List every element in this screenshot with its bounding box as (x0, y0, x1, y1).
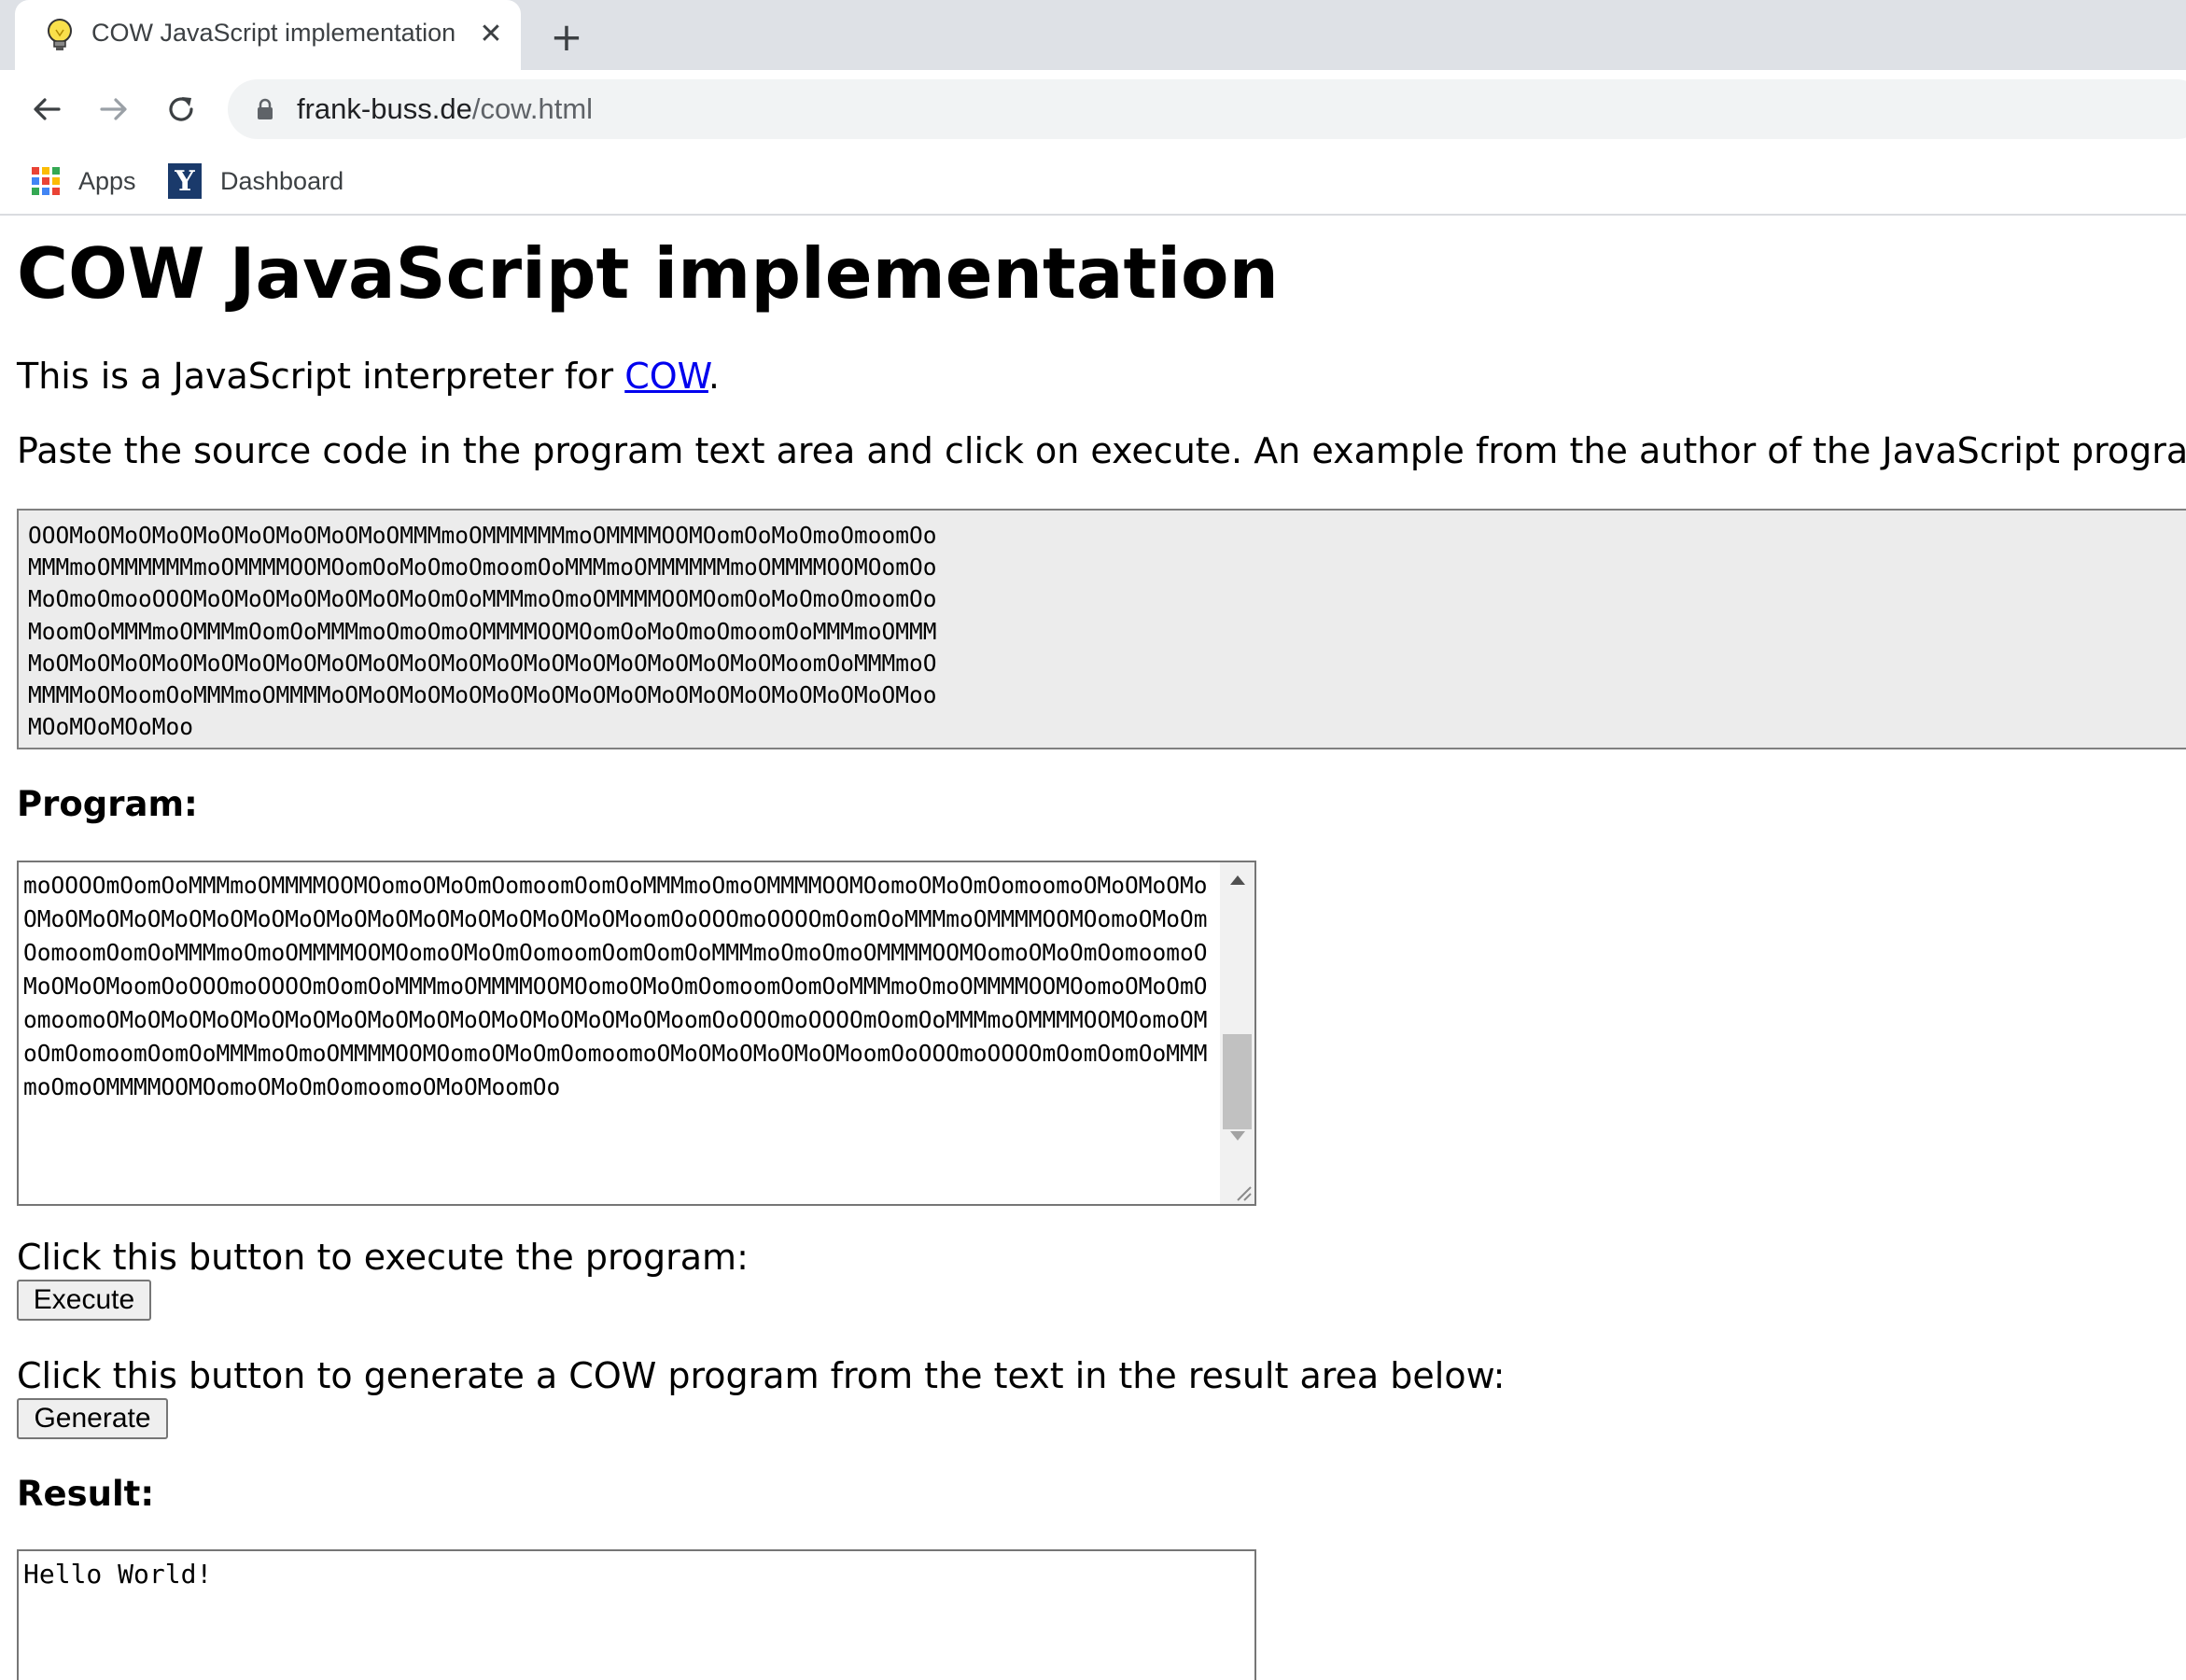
back-arrow-icon (34, 98, 61, 120)
apps-grid-dot (32, 177, 39, 185)
scroll-down-arrow-icon[interactable] (1220, 1122, 1254, 1150)
apps-grid-dot (32, 167, 39, 175)
bookmarks-bar: Apps Y Dashboard (0, 150, 2186, 216)
reload-button[interactable] (155, 83, 207, 135)
active-tab[interactable]: COW JavaScript implementation ✕ (15, 0, 521, 70)
paste-instructions: Paste the source code in the program tex… (17, 430, 2186, 471)
apps-grid-dot (52, 188, 60, 195)
apps-grid-dot (52, 177, 60, 185)
result-text: Hello World! (23, 1559, 213, 1589)
bookmark-dashboard[interactable]: Y Dashboard (168, 160, 343, 203)
url-path: /cow.html (471, 92, 594, 125)
bookmark-label: Apps (78, 166, 136, 195)
scroll-up-arrow-icon[interactable] (1220, 866, 1254, 894)
lock-icon (258, 98, 273, 119)
result-textarea[interactable]: Hello World! (17, 1549, 1256, 1680)
intro-paragraph: This is a JavaScript interpreter for COW… (17, 356, 720, 397)
url-text: frank-buss.de/cow.html (297, 92, 593, 126)
back-button[interactable] (21, 83, 73, 135)
tab-title: COW JavaScript implementation (91, 19, 456, 47)
program-scrollbar[interactable] (1220, 862, 1254, 1204)
execute-button[interactable]: Execute (17, 1280, 151, 1321)
program-textarea[interactable]: moOOOOmOomOoMMMmoOMMMMOOMOomoOMoOmOomoom… (17, 861, 1256, 1206)
scroll-thumb[interactable] (1223, 1034, 1252, 1129)
page-title: COW JavaScript implementation (17, 232, 1279, 315)
address-bar[interactable]: frank-buss.de/cow.html (228, 79, 2186, 139)
cow-link[interactable]: COW (624, 356, 708, 397)
example-code-block: OOOMoOMoOMoOMoOMoOMoOMoOMoOMMMmoOMMMMMMm… (17, 509, 2186, 749)
apps-grid-dot (42, 167, 49, 175)
resize-grip-icon[interactable] (1230, 1180, 1253, 1202)
close-tab-icon[interactable]: ✕ (470, 13, 511, 54)
new-tab-button[interactable]: + (543, 13, 590, 60)
reload-icon (169, 97, 193, 121)
forward-button[interactable] (88, 83, 140, 135)
forward-arrow-icon (100, 98, 127, 120)
bookmark-apps[interactable]: Apps (32, 160, 136, 203)
tab-strip: COW JavaScript implementation ✕ + (0, 0, 2186, 70)
program-text: moOOOOmOomOoMMMmoOMMMMOOMOomoOMoOmOomoom… (23, 872, 1208, 1100)
url-host: frank-buss.de (297, 92, 472, 125)
apps-grid-dot (42, 188, 49, 195)
bookmark-label: Dashboard (220, 166, 344, 195)
apps-grid-dot (42, 177, 49, 185)
execute-prompt: Click this button to execute the program… (17, 1237, 749, 1278)
browser-toolbar: frank-buss.de/cow.html (0, 70, 2186, 150)
lightbulb-icon (48, 19, 72, 50)
apps-grid-dot (32, 188, 39, 195)
program-label: Program: (17, 784, 198, 824)
intro-period: . (708, 356, 720, 397)
apps-grid-icon (32, 167, 60, 195)
generate-button[interactable]: Generate (17, 1398, 168, 1439)
y-logo-icon: Y (168, 163, 202, 199)
generate-prompt: Click this button to generate a COW prog… (17, 1355, 1506, 1396)
intro-text: This is a JavaScript interpreter for (17, 356, 625, 397)
apps-grid-dot (52, 167, 60, 175)
result-label: Result: (17, 1474, 155, 1514)
